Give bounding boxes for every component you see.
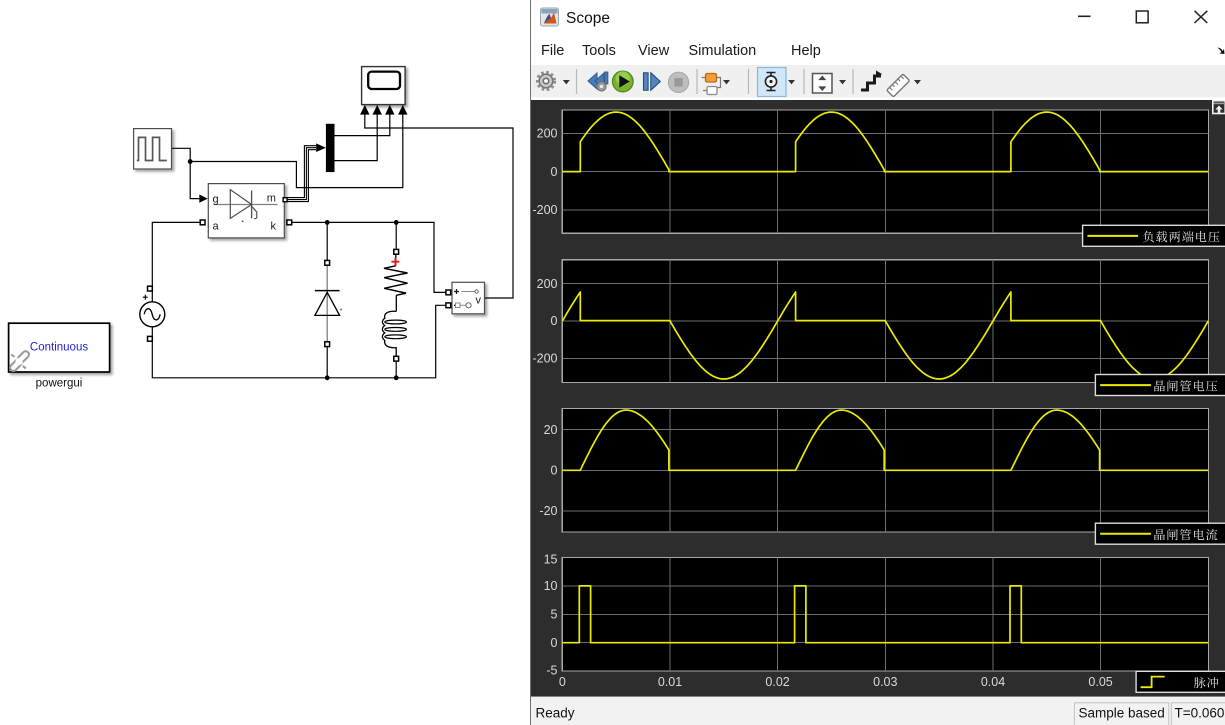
svg-text:0.05: 0.05 <box>1088 675 1112 689</box>
svg-text:0.02: 0.02 <box>765 675 789 689</box>
svg-text:Simulation: Simulation <box>689 43 757 59</box>
svg-text:0.03: 0.03 <box>873 675 897 689</box>
svg-text:0: 0 <box>551 314 558 328</box>
svg-text:0: 0 <box>559 675 566 689</box>
svg-text:0.01: 0.01 <box>658 675 682 689</box>
svg-text:Ready: Ready <box>536 706 575 721</box>
svg-text:0: 0 <box>551 464 558 478</box>
svg-text:0: 0 <box>551 165 558 179</box>
svg-text:-200: -200 <box>532 352 557 366</box>
svg-text:0: 0 <box>551 636 558 650</box>
svg-text:File: File <box>541 43 564 59</box>
svg-text:200: 200 <box>537 277 558 291</box>
svg-text:-200: -200 <box>532 203 557 217</box>
svg-text:m: m <box>267 192 276 204</box>
svg-text:5: 5 <box>551 608 558 622</box>
svg-text:k: k <box>271 220 277 232</box>
svg-text:v: v <box>476 295 482 307</box>
svg-text:Continuous: Continuous <box>30 342 88 354</box>
svg-text:20: 20 <box>544 423 558 437</box>
svg-text:powergui: powergui <box>36 378 83 390</box>
svg-text:View: View <box>638 43 670 59</box>
svg-text:0.04: 0.04 <box>981 675 1005 689</box>
svg-text:-5: -5 <box>546 663 557 677</box>
svg-text:15: 15 <box>544 553 558 567</box>
svg-text:a: a <box>213 220 220 232</box>
svg-text:200: 200 <box>537 127 558 141</box>
svg-text:g: g <box>213 193 219 205</box>
svg-text:Tools: Tools <box>582 43 616 59</box>
svg-text:Scope: Scope <box>566 10 610 27</box>
svg-text:-20: -20 <box>539 504 557 518</box>
svg-text:Help: Help <box>791 43 821 59</box>
svg-text:T=0.060: T=0.060 <box>1175 706 1225 721</box>
svg-text:Sample based: Sample based <box>1079 706 1165 721</box>
svg-text:10: 10 <box>544 579 558 593</box>
